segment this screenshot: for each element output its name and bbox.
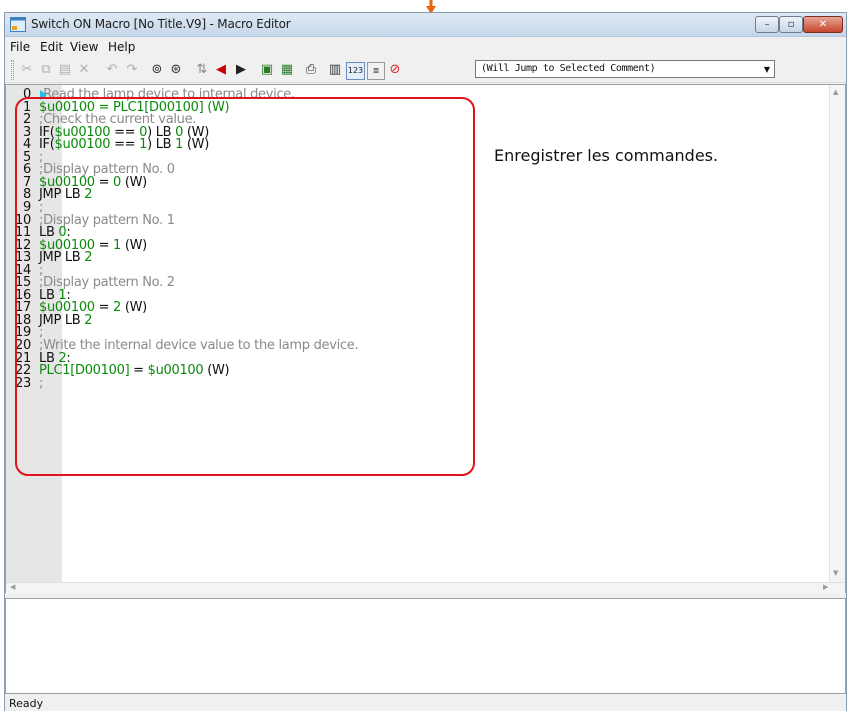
- scroll-up-icon[interactable]: ▲: [833, 88, 838, 96]
- scissors-icon[interactable]: ✂: [19, 62, 35, 78]
- close-icon: ✕: [818, 19, 828, 30]
- menu-edit[interactable]: Edit: [40, 40, 63, 54]
- comment-jump-dropdown[interactable]: (Will Jump to Selected Comment) ▼: [475, 60, 775, 78]
- comment-icon[interactable]: ≣: [367, 62, 385, 80]
- chevron-down-icon: ▼: [763, 65, 770, 74]
- status-bar: Ready: [5, 696, 846, 711]
- copy-icon[interactable]: ⧉: [38, 62, 54, 78]
- status-text: Ready: [9, 697, 44, 710]
- forward-arrow-icon[interactable]: ▶: [233, 62, 249, 78]
- binoculars-icon[interactable]: ⊚: [149, 62, 165, 78]
- close-button[interactable]: ✕: [803, 16, 843, 33]
- number-icon[interactable]: 123: [346, 62, 365, 80]
- scroll-down-icon[interactable]: ▼: [833, 569, 838, 577]
- delete-icon[interactable]: ✕: [76, 62, 92, 78]
- maximize-icon: ▫: [787, 19, 795, 30]
- back-arrow-icon[interactable]: ◀: [213, 62, 229, 78]
- vertical-scrollbar[interactable]: ▲ ▼: [829, 85, 845, 582]
- toolbar: ✂ ⧉ ▤ ✕ ↶ ↷ ⊚ ⊛ ⇅ ◀ ▶ ▣ ▦ ⎙ ▥ 123 ≣ ⊘ (W…: [5, 57, 846, 83]
- stop-icon[interactable]: ⊘: [387, 62, 403, 78]
- menu-file[interactable]: File: [10, 40, 30, 54]
- horizontal-scrollbar[interactable]: ◀ ▶: [6, 582, 845, 594]
- scroll-right-icon[interactable]: ▶: [823, 583, 828, 591]
- scroll-left-icon[interactable]: ◀: [10, 583, 15, 591]
- code-editor[interactable]: 0 ;Read the lamp device to internal devic…: [5, 84, 846, 594]
- undo-icon[interactable]: ↶: [104, 62, 120, 78]
- menu-bar: File Edit View Help: [5, 37, 846, 57]
- find-replace-icon[interactable]: ⊛: [168, 62, 184, 78]
- minimize-button[interactable]: –: [755, 16, 779, 33]
- jump-icon[interactable]: ⇅: [194, 62, 210, 78]
- menu-view[interactable]: View: [70, 40, 98, 54]
- menu-help[interactable]: Help: [108, 40, 135, 54]
- title-bar: Switch ON Macro [No Title.V9] - Macro Ed…: [5, 13, 846, 37]
- printer-icon[interactable]: ⎙: [303, 62, 319, 78]
- output-pane[interactable]: [5, 598, 846, 694]
- import-icon[interactable]: ▣: [259, 62, 275, 78]
- minimize-icon: –: [764, 19, 770, 30]
- paste-icon[interactable]: ▤: [57, 62, 73, 78]
- maximize-button[interactable]: ▫: [779, 16, 803, 33]
- redo-icon[interactable]: ↷: [124, 62, 140, 78]
- export-icon[interactable]: ▦: [279, 62, 295, 78]
- app-icon: [10, 17, 26, 32]
- annotation-text: Enregistrer les commandes.: [494, 146, 719, 165]
- comment-jump-value: (Will Jump to Selected Comment): [481, 63, 656, 74]
- window-title: Switch ON Macro [No Title.V9] - Macro Ed…: [31, 17, 291, 31]
- macro-editor-window: Switch ON Macro [No Title.V9] - Macro Ed…: [4, 12, 847, 711]
- callout-frame: [15, 97, 475, 476]
- table-icon[interactable]: ▥: [327, 62, 343, 78]
- toolbar-grip[interactable]: [11, 60, 14, 80]
